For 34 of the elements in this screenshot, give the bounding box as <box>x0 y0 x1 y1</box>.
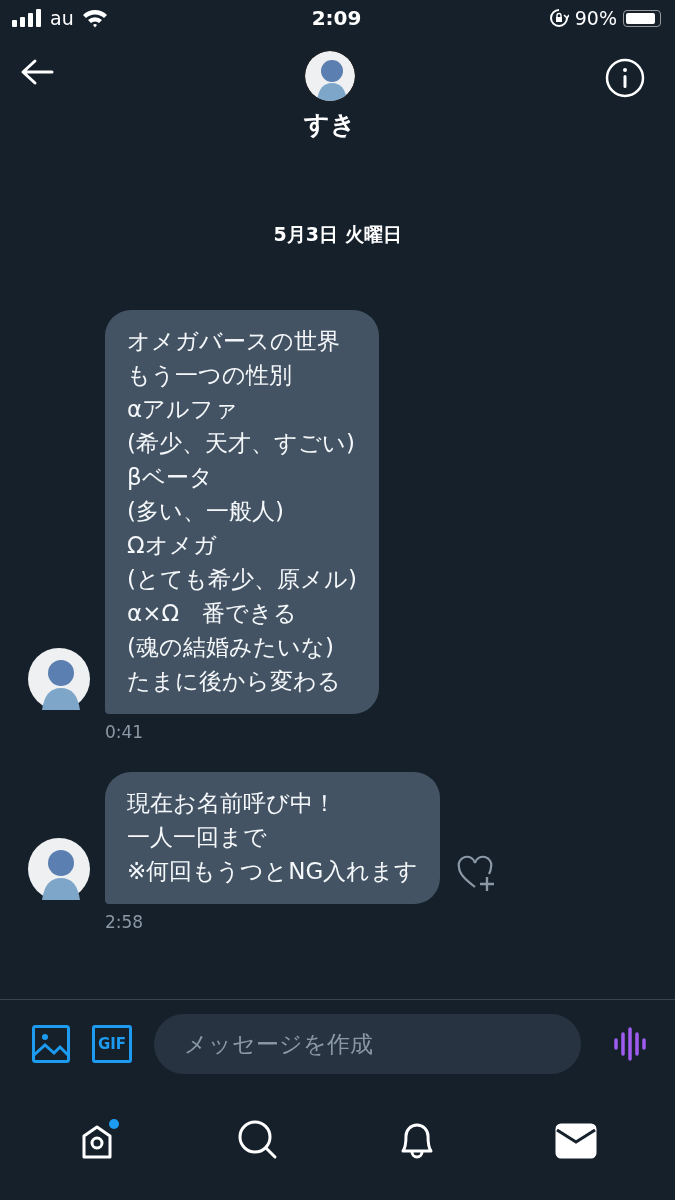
clock-time: 2:09 <box>311 6 362 30</box>
info-button[interactable] <box>605 58 645 98</box>
message-time: 2:58 <box>105 912 144 932</box>
message-line: βベータ <box>127 463 213 492</box>
message-line: オメガバースの世界 <box>127 327 340 356</box>
image-button[interactable] <box>32 1025 70 1063</box>
battery-icon <box>623 9 661 27</box>
carrier-name: au <box>50 7 74 29</box>
battery-percentage: 90% <box>574 7 617 29</box>
message-time: 0:41 <box>105 722 144 742</box>
message-line: たまに後から変わる <box>127 667 341 696</box>
message-line: ※何回もうつとNG入れます <box>127 857 419 886</box>
date-divider: 5月3日 火曜日 <box>273 222 402 247</box>
gif-button[interactable]: GIF <box>92 1025 132 1063</box>
message-line: α×Ω 番できる <box>127 599 297 628</box>
message-line: 現在お名前呼び中！ <box>127 789 336 818</box>
message-line: (多い、一般人) <box>127 497 284 526</box>
message-line: 一人一回まで <box>127 823 267 852</box>
message-input[interactable]: メッセージを作成 <box>154 1014 581 1074</box>
avatar-icon[interactable] <box>28 838 90 900</box>
voice-message-button[interactable] <box>613 1027 647 1061</box>
avatar-icon[interactable] <box>28 648 90 710</box>
signal-icon <box>12 9 42 27</box>
message-line: (魂の結婚みたいな) <box>127 633 334 662</box>
message-line: (希少、天才、すごい) <box>127 429 355 458</box>
rotation-lock-icon <box>548 8 569 28</box>
message-line: αアルファ <box>127 395 239 424</box>
message-line: Ωオメガ <box>127 531 217 560</box>
wifi-icon <box>81 8 108 28</box>
back-button[interactable] <box>20 58 54 86</box>
message-line: (とても希少、原メル) <box>127 565 357 594</box>
message-line: もう一つの性別 <box>127 361 292 390</box>
conversation-name: すき <box>303 109 356 141</box>
avatar-icon[interactable] <box>303 50 356 102</box>
